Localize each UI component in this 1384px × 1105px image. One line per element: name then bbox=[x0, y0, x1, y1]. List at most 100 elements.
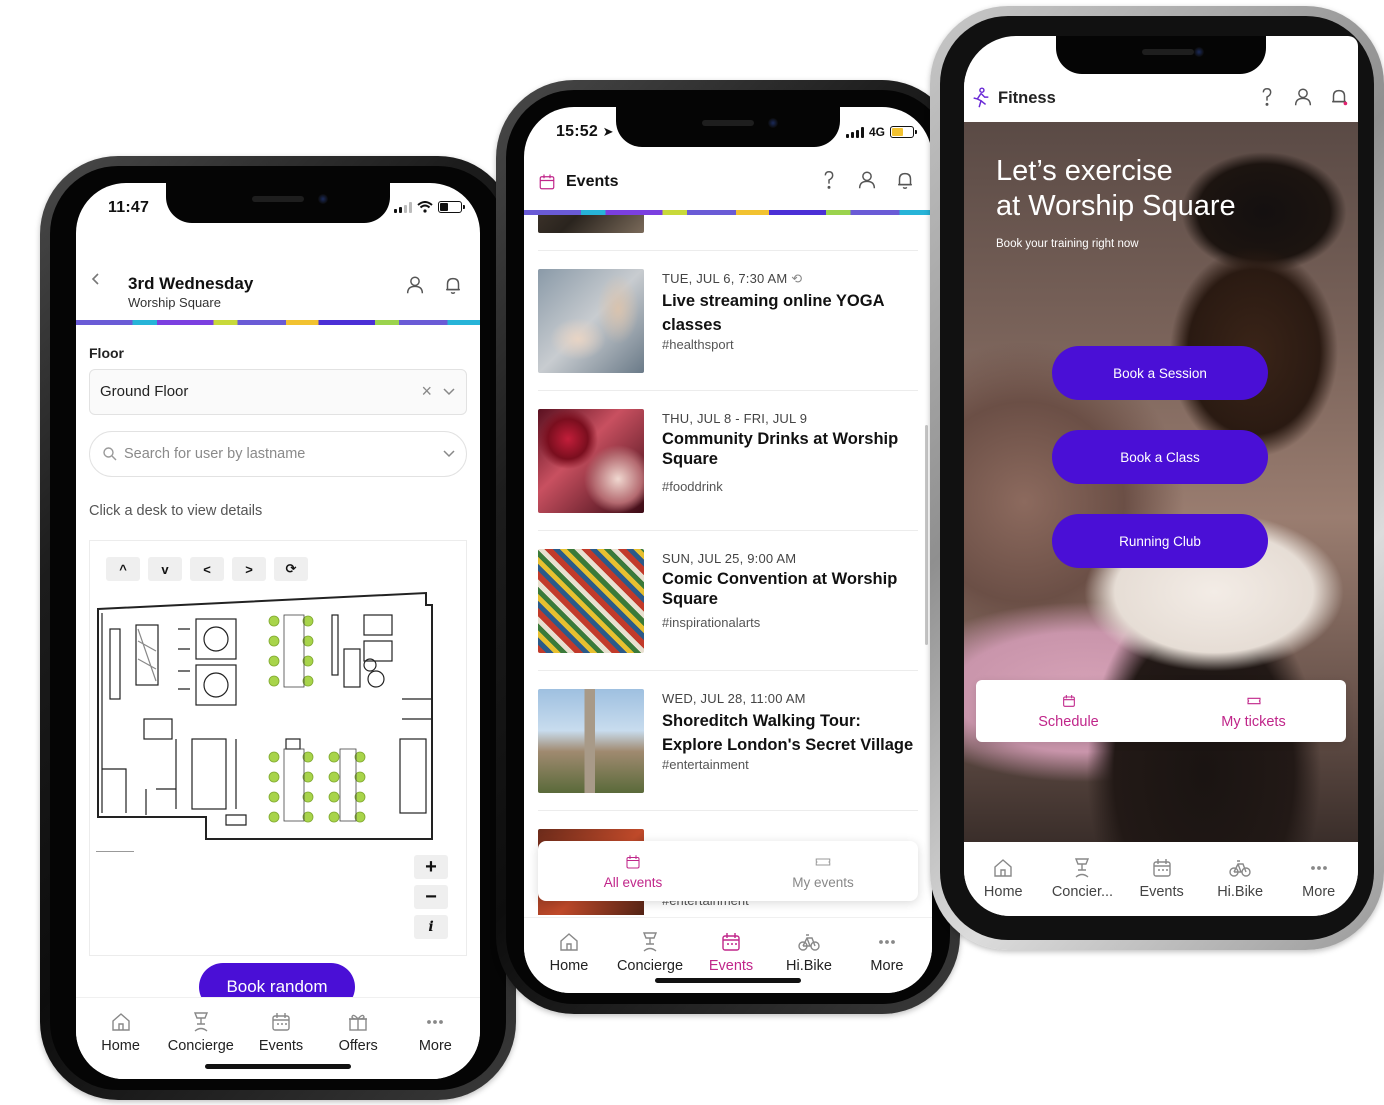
zoom-out-button[interactable]: − bbox=[414, 885, 448, 909]
phone-fitness: Fitness Let’s exercise at Worship Square… bbox=[930, 6, 1384, 950]
search-placeholder: Search for user by lastname bbox=[124, 446, 306, 462]
desk-booking-screen: 11:47 3rd Wednesday Worship Square Floor bbox=[76, 183, 480, 1079]
map-info-button[interactable]: i bbox=[414, 915, 448, 939]
event-card[interactable]: SUN, JUL 25, 9:00 AM Comic Convention at… bbox=[538, 531, 918, 671]
event-date: SUN, JUL 25, 9:00 AM bbox=[662, 551, 797, 566]
tab-events[interactable]: Events bbox=[1132, 856, 1192, 916]
zoom-in-button[interactable]: + bbox=[414, 855, 448, 879]
user-icon[interactable] bbox=[404, 274, 426, 296]
page-subtitle: Worship Square bbox=[128, 295, 221, 310]
tab-home[interactable]: Home bbox=[91, 1010, 151, 1079]
events-list: TUE, JUL 6, 7:30 AM ⟲ Live streaming onl… bbox=[524, 215, 932, 915]
tab-label: Events bbox=[1139, 884, 1184, 900]
event-card[interactable]: TUE, JUL 6, 7:30 AM ⟲ Live streaming onl… bbox=[538, 251, 918, 391]
tab-hibike[interactable]: Hi.Bike bbox=[779, 930, 839, 993]
tab-concierge[interactable]: Concierge bbox=[617, 930, 683, 993]
status-time: 15:52 ➤ bbox=[556, 123, 614, 140]
tab-events[interactable]: Events bbox=[701, 930, 761, 993]
tab-more[interactable]: More bbox=[405, 1010, 465, 1079]
battery-icon bbox=[438, 201, 465, 213]
floor-map[interactable]: ^ v < > ⟳ + − i bbox=[89, 540, 467, 956]
page-header: Fitness bbox=[964, 76, 1358, 122]
more-icon bbox=[1310, 866, 1327, 870]
events-segment-tabs: All events My events bbox=[538, 841, 918, 901]
event-date: TUE, JUL 6, 7:30 AM ⟲ bbox=[662, 271, 803, 286]
tab-label: Hi.Bike bbox=[786, 958, 832, 974]
desk-hint-text: Click a desk to view details bbox=[89, 503, 263, 519]
event-tag: #healthsport bbox=[662, 337, 734, 352]
tab-more[interactable]: More bbox=[857, 930, 917, 993]
calendar-icon bbox=[272, 1013, 290, 1031]
tab-label: Concierge bbox=[616, 958, 684, 974]
back-chevron-icon[interactable] bbox=[88, 271, 104, 287]
tab-schedule[interactable]: Schedule bbox=[976, 680, 1161, 742]
chevron-down-icon[interactable] bbox=[442, 446, 456, 460]
pan-left-button[interactable]: < bbox=[190, 557, 224, 581]
wifi-icon bbox=[417, 201, 433, 213]
bottom-tab-bar: Home Concier... Events Hi.Bike More bbox=[964, 842, 1358, 916]
tab-concierge[interactable]: Concier... bbox=[1052, 856, 1113, 916]
tab-label: Schedule bbox=[1038, 713, 1099, 730]
calendar-icon bbox=[539, 174, 555, 190]
tab-more[interactable]: More bbox=[1289, 856, 1349, 916]
tab-all-events[interactable]: All events bbox=[538, 841, 728, 901]
event-tag: #entertainment bbox=[662, 757, 749, 772]
floor-select[interactable]: Ground Floor × bbox=[89, 369, 467, 415]
concierge-icon bbox=[642, 932, 658, 952]
chevron-down-icon[interactable] bbox=[442, 384, 456, 398]
tab-label: Home bbox=[101, 1038, 140, 1054]
event-thumbnail bbox=[538, 215, 644, 233]
event-card-partial[interactable] bbox=[538, 215, 918, 251]
tab-label: All events bbox=[603, 874, 663, 890]
event-title: Community Drinks at Worship Square bbox=[662, 430, 899, 468]
battery-icon bbox=[890, 126, 917, 138]
help-icon[interactable] bbox=[1256, 86, 1278, 108]
user-icon[interactable] bbox=[856, 169, 878, 191]
floorplan-drawing[interactable] bbox=[96, 589, 440, 849]
phone-events: 15:52 ➤ 4G Events TUE, JUL 6, 7:30 AM ⟲ … bbox=[496, 80, 960, 1014]
book-session-button[interactable]: Book a Session bbox=[1052, 346, 1268, 400]
page-header: 3rd Wednesday Worship Square bbox=[76, 243, 480, 321]
event-card[interactable]: THU, JUL 8 - FRI, JUL 9 Community Drinks… bbox=[538, 391, 918, 531]
book-class-button[interactable]: Book a Class bbox=[1052, 430, 1268, 484]
help-icon[interactable] bbox=[818, 169, 840, 191]
floor-label: Floor bbox=[89, 345, 124, 361]
event-thumbnail bbox=[538, 269, 644, 373]
event-tag: #fooddrink bbox=[662, 479, 723, 494]
network-type: 4G bbox=[868, 125, 885, 139]
bell-icon[interactable] bbox=[894, 169, 916, 191]
map-pan-controls: ^ v < > ⟳ bbox=[106, 557, 308, 581]
floor-select-value: Ground Floor bbox=[100, 383, 189, 400]
user-search-input[interactable]: Search for user by lastname bbox=[89, 431, 467, 477]
tab-label: Concier... bbox=[1051, 884, 1114, 900]
bell-icon[interactable] bbox=[1328, 86, 1350, 108]
rotate-button[interactable]: ⟳ bbox=[274, 557, 308, 581]
tab-my-events[interactable]: My events bbox=[728, 841, 918, 901]
status-time: 11:47 bbox=[108, 199, 150, 216]
tab-hibike[interactable]: Hi.Bike bbox=[1210, 856, 1270, 916]
event-title: Comic Convention at Worship Square bbox=[662, 570, 898, 608]
clear-icon[interactable]: × bbox=[421, 381, 432, 402]
tab-my-tickets[interactable]: My tickets bbox=[1161, 680, 1346, 742]
pan-up-button[interactable]: ^ bbox=[106, 557, 140, 581]
event-thumbnail bbox=[538, 409, 644, 513]
event-thumbnail bbox=[538, 549, 644, 653]
event-card[interactable]: WED, JUL 28, 11:00 AM Shoreditch Walking… bbox=[538, 671, 918, 811]
tab-home[interactable]: Home bbox=[973, 856, 1033, 916]
scrollbar[interactable] bbox=[925, 425, 928, 645]
more-icon bbox=[879, 940, 895, 944]
recurring-icon: ⟲ bbox=[791, 271, 803, 286]
user-icon[interactable] bbox=[1292, 86, 1314, 108]
pan-down-button[interactable]: v bbox=[148, 557, 182, 581]
tab-label: Events bbox=[258, 1038, 304, 1054]
page-title: Events bbox=[566, 173, 619, 190]
tab-home[interactable]: Home bbox=[539, 930, 599, 993]
bell-icon[interactable] bbox=[442, 274, 464, 296]
ticket-icon bbox=[815, 857, 831, 866]
hero-subtitle: Book your training right now bbox=[996, 238, 1139, 250]
pan-right-button[interactable]: > bbox=[232, 557, 266, 581]
tab-label: More bbox=[870, 958, 904, 974]
tab-label: Offers bbox=[338, 1038, 378, 1054]
running-club-button[interactable]: Running Club bbox=[1052, 514, 1268, 568]
tab-label: My events bbox=[792, 874, 854, 890]
